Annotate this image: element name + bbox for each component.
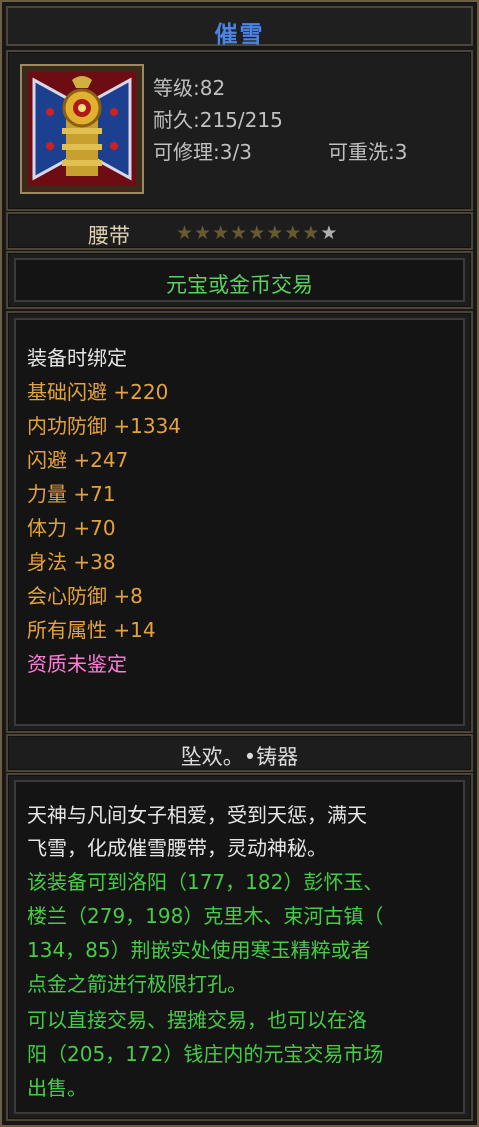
- trade-info-line: 出售。: [27, 1076, 87, 1100]
- belt-icon: [28, 72, 136, 186]
- quality-status: 资质未鉴定: [27, 652, 127, 676]
- punch-info-line: 楼兰（279，198）克里木、束河古镇（: [27, 904, 384, 928]
- trade-info-line: 阳（205，172）钱庄内的元宝交易市场: [27, 1042, 384, 1066]
- star-icon: ★: [194, 222, 213, 244]
- item-name: 催雪: [214, 22, 265, 48]
- description-panel: 天神与凡间女子相爱，受到天惩，满天 飞雪，化成催雪腰带，灵动神秘。 该装备可到洛…: [6, 773, 473, 1121]
- star-icon: ★: [248, 222, 267, 244]
- trade-info-line: 可以直接交易、摆摊交易，也可以在洛: [27, 1008, 367, 1032]
- punch-info-line: 该装备可到洛阳（177，182）彭怀玉、: [27, 870, 384, 894]
- item-repair-count: 可修理:3/3: [153, 140, 252, 164]
- star-icon: ★: [176, 222, 195, 244]
- bind-status: 装备时绑定: [27, 346, 127, 370]
- attribute-line: 内功防御 +1334: [27, 414, 182, 438]
- star-empty-icon: ★: [320, 222, 339, 244]
- item-durability: 耐久:215/215: [153, 108, 283, 132]
- item-type-row: 腰带 ★★★★★★★★★: [6, 212, 473, 250]
- attribute-line: 力量 +71: [27, 482, 116, 506]
- star-icon: ★: [284, 222, 303, 244]
- description-inner: 天神与凡间女子相爱，受到天惩，满天 飞雪，化成催雪腰带，灵动神秘。 该装备可到洛…: [14, 780, 465, 1114]
- item-type: 腰带: [88, 224, 130, 248]
- attributes-panel: 装备时绑定 基础闪避 +220 内功防御 +1334 闪避 +247 力量 +7…: [6, 311, 473, 733]
- trade-inner: 元宝或金币交易: [14, 258, 465, 302]
- star-rating: ★★★★★★★★★: [176, 222, 338, 244]
- punch-info-line: 点金之箭进行极限打孔。: [27, 972, 247, 996]
- lore-line: 飞雪，化成催雪腰带，灵动神秘。: [27, 836, 327, 860]
- star-icon: ★: [230, 222, 249, 244]
- lore-line: 天神与凡间女子相爱，受到天惩，满天: [27, 803, 367, 827]
- item-reroll-count: 可重洗:3: [328, 140, 408, 164]
- item-tooltip: 催雪 等级:82 耐久:215/215 可修理:3/3 可重洗:3 腰带 ★★★…: [0, 0, 479, 1127]
- trade-panel: 元宝或金币交易: [6, 251, 473, 309]
- star-icon: ★: [212, 222, 231, 244]
- star-icon: ★: [266, 222, 285, 244]
- punch-info-line: 134，85）荆嵌实处使用寒玉精粹或者: [27, 938, 371, 962]
- attributes-inner: 装备时绑定 基础闪避 +220 内功防御 +1334 闪避 +247 力量 +7…: [14, 318, 465, 726]
- attribute-line: 基础闪避 +220: [27, 380, 169, 404]
- item-level: 等级:82: [153, 76, 226, 100]
- attribute-line: 闪避 +247: [27, 448, 129, 472]
- attribute-line: 会心防御 +8: [27, 584, 143, 608]
- item-title-bar: 催雪: [6, 6, 473, 48]
- star-icon: ★: [302, 222, 321, 244]
- attribute-line: 所有属性 +14: [27, 618, 156, 642]
- attribute-line: 体力 +70: [27, 516, 116, 540]
- attribute-line: 身法 +38: [27, 550, 116, 574]
- crafter-name: 坠欢。•铸器: [180, 745, 299, 769]
- trade-mode: 元宝或金币交易: [166, 273, 313, 297]
- item-icon-frame: [20, 64, 144, 194]
- item-info-panel: 等级:82 耐久:215/215 可修理:3/3 可重洗:3: [6, 50, 473, 211]
- maker-row: 坠欢。•铸器: [6, 734, 473, 772]
